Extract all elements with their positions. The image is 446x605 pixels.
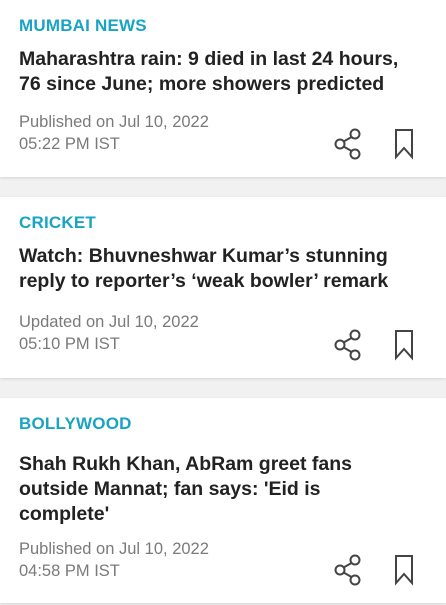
article-actions: [331, 127, 421, 161]
category-label[interactable]: BOLLYWOOD: [19, 414, 132, 434]
share-icon[interactable]: [331, 127, 365, 161]
time-line: 04:58 PM IST: [19, 562, 120, 580]
headline-link[interactable]: Watch: Bhuvneshwar Kumar’s stunning repl…: [19, 244, 416, 294]
time-line: 05:22 PM IST: [19, 135, 120, 153]
article-actions: [331, 328, 421, 362]
bookmark-icon[interactable]: [387, 328, 421, 362]
share-icon[interactable]: [331, 553, 365, 587]
bookmark-icon[interactable]: [387, 553, 421, 587]
news-feed: MUMBAI NEWS Maharashtra rain: 9 died in …: [0, 0, 446, 605]
bookmark-icon[interactable]: [387, 127, 421, 161]
article-timestamp: Published on Jul 10, 2022 04:58 PM IST: [19, 538, 209, 582]
article-actions: [331, 553, 421, 587]
date-line: Updated on Jul 10, 2022: [19, 313, 199, 331]
news-card[interactable]: MUMBAI NEWS Maharashtra rain: 9 died in …: [0, 0, 446, 177]
news-card[interactable]: BOLLYWOOD Shah Rukh Khan, AbRam greet fa…: [0, 398, 446, 603]
headline-link[interactable]: Shah Rukh Khan, AbRam greet fans outside…: [19, 452, 416, 527]
article-timestamp: Published on Jul 10, 2022 05:22 PM IST: [19, 111, 209, 155]
date-line: Published on Jul 10, 2022: [19, 540, 209, 558]
headline-link[interactable]: Maharashtra rain: 9 died in last 24 hour…: [19, 47, 416, 97]
article-timestamp: Updated on Jul 10, 2022 05:10 PM IST: [19, 311, 199, 355]
news-card[interactable]: CRICKET Watch: Bhuvneshwar Kumar’s stunn…: [0, 197, 446, 378]
time-line: 05:10 PM IST: [19, 335, 120, 353]
share-icon[interactable]: [331, 328, 365, 362]
date-line: Published on Jul 10, 2022: [19, 113, 209, 131]
category-label[interactable]: MUMBAI NEWS: [19, 16, 147, 36]
category-label[interactable]: CRICKET: [19, 213, 96, 233]
